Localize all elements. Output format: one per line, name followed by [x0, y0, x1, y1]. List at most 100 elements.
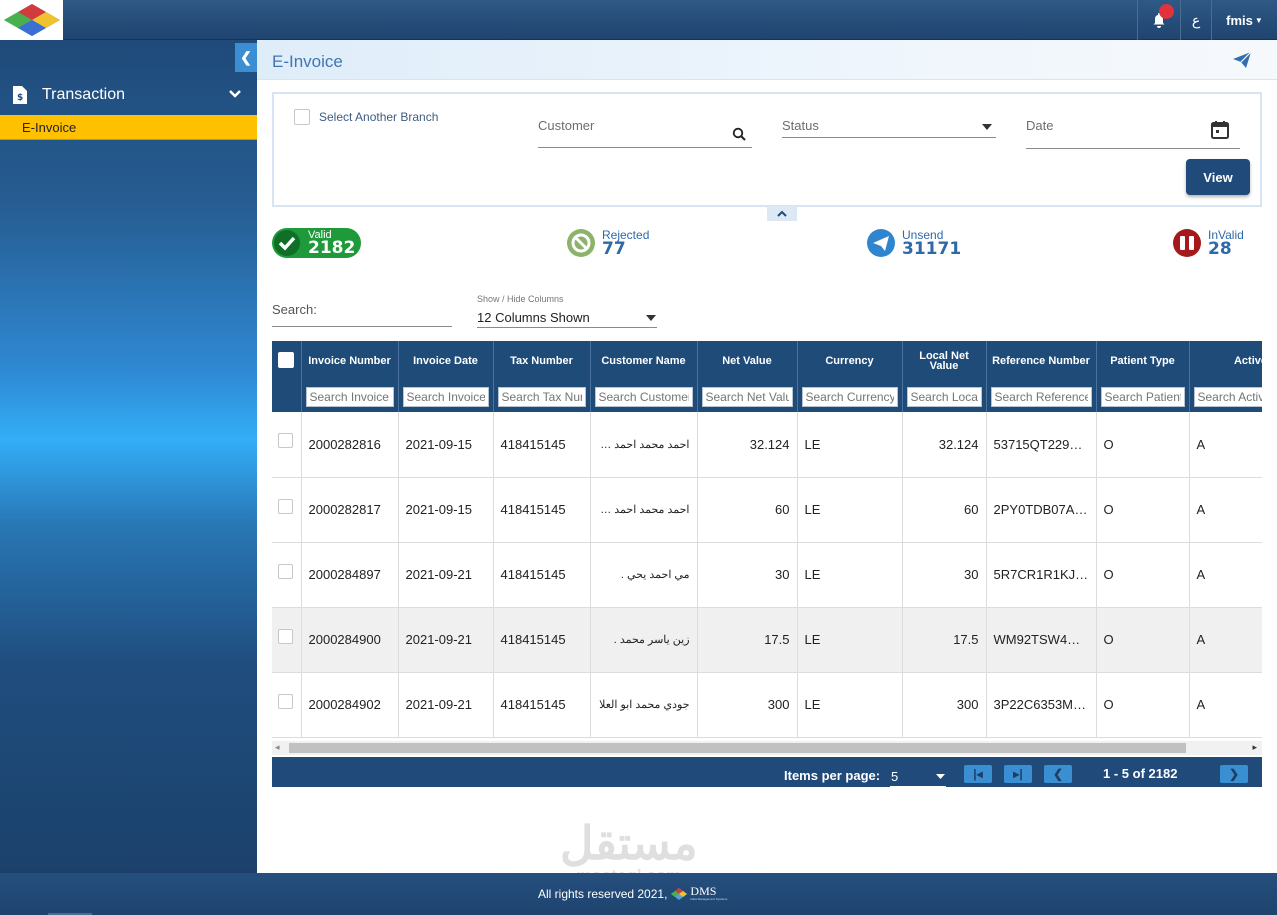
user-name: fmis	[1226, 12, 1253, 28]
row-checkbox[interactable]	[278, 563, 293, 579]
top-bar: ع fmis ▼	[0, 0, 1277, 40]
table-row[interactable]: 2000284900 2021-09-21 418415145 زين ياسر…	[272, 607, 1262, 673]
column-header[interactable]: Customer Name	[590, 341, 698, 381]
column-header[interactable]: Tax Number	[493, 341, 591, 381]
collapse-filter-button[interactable]	[767, 206, 797, 221]
currency-cell: LE	[797, 412, 903, 478]
row-checkbox[interactable]	[278, 498, 293, 514]
select-branch-label: Select Another Branch	[319, 110, 439, 124]
calendar-icon[interactable]	[1210, 120, 1230, 140]
sidebar-collapse-button[interactable]: ❮	[235, 43, 257, 72]
table-row[interactable]: 2000284897 2021-09-21 418415145 مي احمد …	[272, 542, 1262, 608]
sidebar-item-e-invoice[interactable]: E-Invoice	[0, 115, 257, 140]
customer-name-cell: زين ياسر محمد .	[590, 607, 698, 673]
column-header[interactable]: Reference Number	[986, 341, 1097, 381]
scrollbar-thumb[interactable]	[289, 743, 1186, 753]
column-header[interactable]: Net Value	[697, 341, 798, 381]
scroll-left-icon[interactable]: ◂	[275, 742, 280, 753]
select-branch-option[interactable]: Select Another Branch	[294, 109, 438, 125]
send-icon[interactable]	[1232, 51, 1252, 69]
patient-type-cell: O	[1096, 477, 1190, 543]
invoice-date-cell: 2021-09-21	[398, 607, 494, 673]
column-filter-input[interactable]	[801, 386, 898, 407]
column-filter-input[interactable]	[402, 386, 489, 407]
next-page-button[interactable]: ❯	[1220, 765, 1248, 783]
stat-invalid[interactable]: InValid 28	[1172, 228, 1244, 258]
local-net-value-cell: 30	[902, 542, 987, 608]
row-checkbox[interactable]	[278, 628, 293, 644]
filter-cell-empty	[272, 381, 302, 412]
user-menu[interactable]: fmis ▼	[1211, 0, 1277, 40]
search-icon[interactable]	[732, 127, 747, 142]
patient-type-cell: O	[1096, 412, 1190, 478]
table-search-input[interactable]	[272, 326, 452, 327]
date-field[interactable]	[1026, 148, 1240, 149]
last-page-button[interactable]: ▸|	[1004, 765, 1032, 783]
column-filter-input[interactable]	[497, 386, 586, 407]
column-filter-input[interactable]	[1100, 386, 1185, 407]
show-hide-columns-label: Show / Hide Columns	[477, 294, 564, 304]
table-row[interactable]: 2000282816 2021-09-15 418415145 احمد محم…	[272, 412, 1262, 478]
net-value-cell: 32.124	[697, 412, 798, 478]
chevron-up-icon	[777, 210, 787, 217]
checkmark-icon	[274, 230, 300, 256]
page-header: E-Invoice	[257, 40, 1277, 80]
patient-type-cell: O	[1096, 607, 1190, 673]
column-chooser[interactable]: Show / Hide Columns 12 Columns Shown	[477, 294, 657, 328]
column-filter-input[interactable]	[906, 386, 982, 407]
column-filter-input[interactable]	[1193, 386, 1262, 407]
column-header[interactable]: Invoice Date	[398, 341, 494, 381]
stat-unsend-count: 31171	[902, 239, 962, 259]
items-per-page-select[interactable]: 5	[890, 766, 946, 787]
customer-field[interactable]	[538, 147, 752, 148]
column-filter-input[interactable]	[305, 386, 394, 407]
row-checkbox[interactable]	[278, 433, 293, 448]
filter-panel: Select Another Branch Customer Status Da…	[272, 92, 1262, 207]
column-header[interactable]: Invoice Number	[301, 341, 399, 381]
table-row[interactable]: 2000282817 2021-09-15 418415145 احمد محم…	[272, 477, 1262, 543]
app-logo[interactable]	[0, 0, 63, 40]
status-select[interactable]	[782, 137, 996, 138]
previous-page-button[interactable]: ❮	[1044, 765, 1072, 783]
caret-down-icon	[936, 773, 945, 779]
notifications-button[interactable]	[1137, 0, 1180, 40]
language-toggle[interactable]: ع	[1180, 0, 1211, 40]
dms-logo-icon	[671, 887, 688, 900]
local-net-value-cell: 300	[902, 672, 987, 738]
date-label: Date	[1026, 118, 1054, 133]
stat-rejected[interactable]: Rejected 77	[566, 228, 649, 258]
scroll-right-icon[interactable]: ▸	[1252, 742, 1257, 753]
column-filter-input[interactable]	[594, 386, 693, 407]
active-cell: A	[1189, 412, 1262, 478]
reference-number-cell: 3P22C6353M5…	[986, 672, 1097, 738]
active-cell: A	[1189, 672, 1262, 738]
column-header[interactable]: Currency	[797, 341, 903, 381]
sidebar-item-transaction[interactable]: $ Transaction	[0, 78, 257, 112]
local-net-value-cell: 17.5	[902, 607, 987, 673]
net-value-cell: 300	[697, 672, 798, 738]
first-page-button[interactable]: |◂	[964, 765, 992, 783]
stat-invalid-count: 28	[1208, 239, 1232, 259]
reference-number-cell: 2PY0TDB07A4…	[986, 477, 1097, 543]
select-all-checkbox[interactable]	[278, 352, 295, 368]
invoice-icon: $	[13, 86, 27, 104]
stat-valid[interactable]: Valid 2182	[272, 228, 361, 258]
select-branch-checkbox[interactable]	[294, 109, 310, 125]
column-header[interactable]: Active	[1189, 341, 1262, 381]
table-row[interactable]: 2000284902 2021-09-21 418415145 جودي محم…	[272, 672, 1262, 738]
customer-label: Customer	[538, 118, 595, 133]
column-filter-input[interactable]	[990, 386, 1092, 407]
paper-plane-icon	[867, 229, 895, 257]
horizontal-scrollbar[interactable]: ◂ ▸	[272, 741, 1262, 755]
column-header[interactable]: Patient Type	[1096, 341, 1190, 381]
notification-badge	[1159, 4, 1174, 19]
stat-unsend[interactable]: Unsend 31171	[866, 228, 961, 258]
chevron-down-icon	[229, 90, 241, 98]
row-checkbox[interactable]	[278, 693, 293, 709]
column-filter-input[interactable]	[701, 386, 793, 407]
column-header[interactable]: Local Net Value	[902, 341, 987, 381]
view-button[interactable]: View	[1186, 159, 1250, 195]
customer-name-cell: جودي محمد ابو العلا	[590, 672, 698, 738]
brand-name: DMS	[690, 884, 717, 898]
svg-text:$: $	[17, 93, 23, 103]
